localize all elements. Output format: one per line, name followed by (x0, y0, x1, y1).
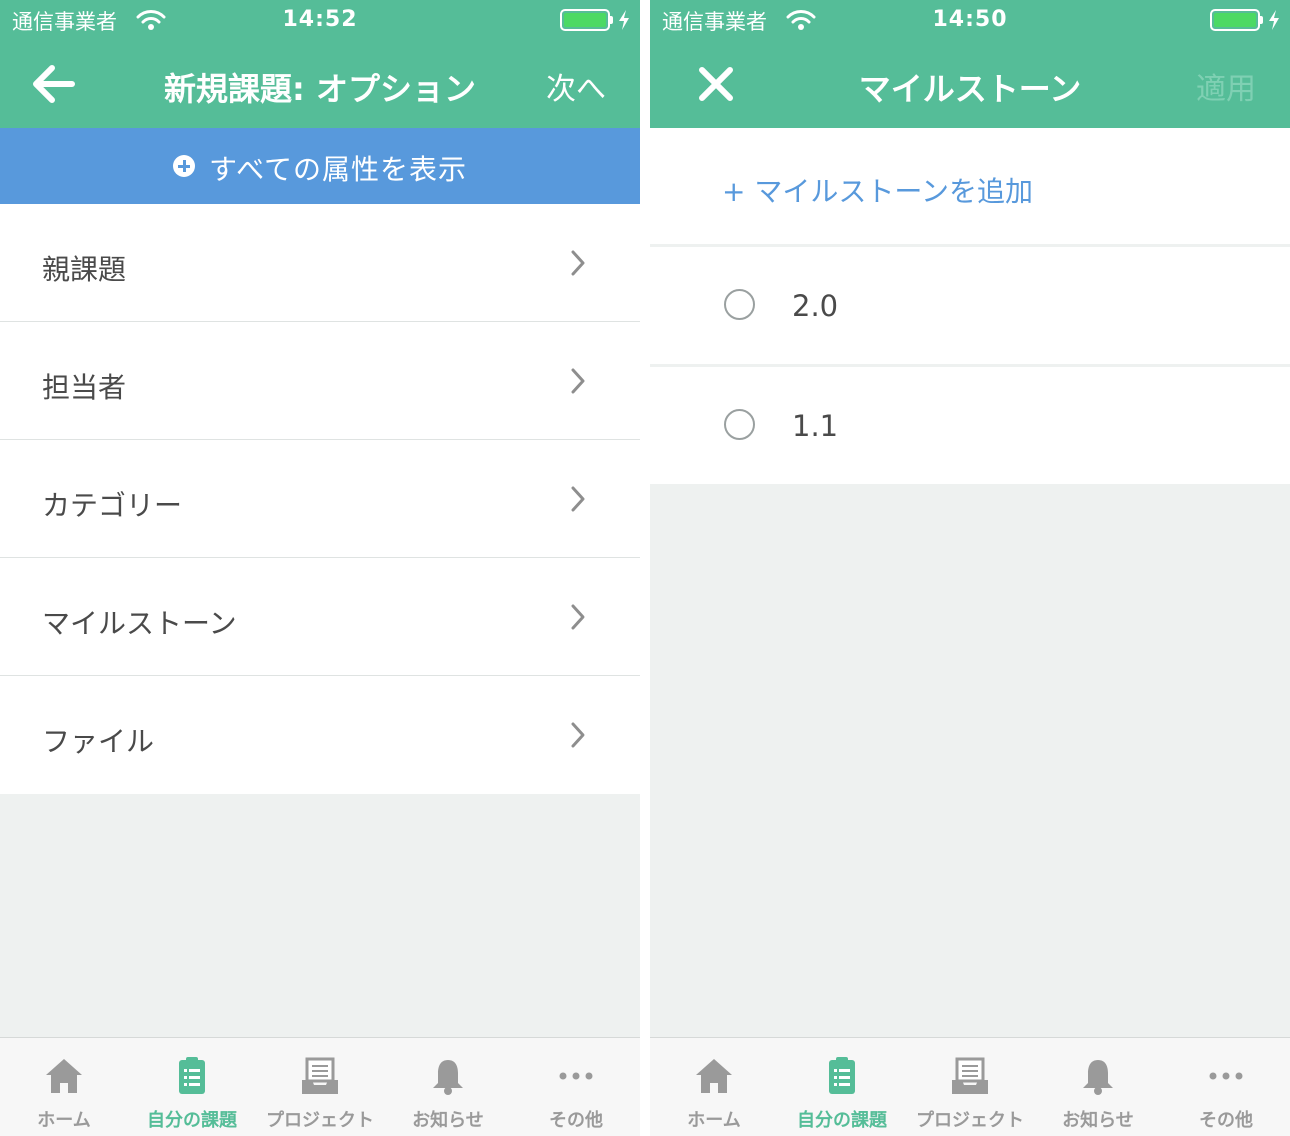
tab-more[interactable]: その他 (1162, 1038, 1290, 1136)
more-dots-icon (559, 1072, 593, 1080)
inbox-tray-icon (952, 1057, 988, 1094)
plus-circle-icon (173, 155, 196, 177)
add-milestone-label: + マイルストーンを追加 (722, 175, 1033, 208)
tab-my-issues[interactable]: 自分の課題 (128, 1038, 256, 1136)
milestone-select-screen: 通信事業者 14:50 マイルストーン 適用 + マイルストーンを追加 2.0 … (650, 0, 1290, 1136)
chevron-right-icon (571, 250, 585, 276)
tab-bar: ホーム 自分の課題 プロジェクト お知らせ その他 (0, 1037, 640, 1136)
tab-label: ホーム (37, 1110, 91, 1131)
clipboard-icon (179, 1057, 205, 1094)
more-dots-icon (1209, 1072, 1243, 1080)
tab-label: お知らせ (1062, 1110, 1134, 1131)
list-item-file[interactable]: ファイル (0, 676, 640, 794)
list-item-assignee[interactable]: 担当者 (0, 322, 640, 440)
tab-label: お知らせ (412, 1110, 484, 1131)
page-title: マイルストーン (858, 70, 1082, 108)
page-title: 新規課題: オプション (164, 70, 476, 108)
status-time: 14:52 (282, 7, 358, 32)
list-item-label: 親課題 (42, 253, 127, 286)
inbox-tray-icon (302, 1057, 338, 1094)
charging-bolt-icon (1269, 10, 1279, 30)
tab-label: プロジェクト (916, 1110, 1024, 1131)
tab-more[interactable]: その他 (512, 1038, 640, 1136)
tab-notifications[interactable]: お知らせ (1034, 1038, 1162, 1136)
bell-icon (433, 1060, 463, 1095)
show-all-attributes-label: すべての属性を表示 (209, 153, 467, 186)
tab-home[interactable]: ホーム (650, 1038, 778, 1136)
tab-label: ホーム (687, 1110, 741, 1131)
bell-icon (1083, 1060, 1113, 1095)
chevron-right-icon (571, 604, 585, 630)
list-item-category[interactable]: カテゴリー (0, 440, 640, 558)
list-item-label: 担当者 (42, 371, 127, 404)
navigation-bar: 新規課題: オプション 次へ (0, 40, 640, 128)
radio-button[interactable] (724, 289, 755, 320)
tab-my-issues[interactable]: 自分の課題 (778, 1038, 906, 1136)
chevron-right-icon (571, 368, 585, 394)
tab-label: その他 (549, 1110, 603, 1131)
list-item-label: ファイル (42, 725, 155, 758)
battery-tip (610, 16, 613, 24)
tab-home[interactable]: ホーム (0, 1038, 128, 1136)
status-time: 14:50 (932, 7, 1008, 32)
tab-label: 自分の課題 (797, 1110, 887, 1131)
home-icon (696, 1059, 732, 1093)
navigation-bar: マイルストーン 適用 (650, 40, 1290, 128)
tab-label: その他 (1199, 1110, 1253, 1131)
chevron-right-icon (571, 722, 585, 748)
list-item-parent-issue[interactable]: 親課題 (0, 204, 640, 322)
list-item-label: マイルストーン (42, 607, 237, 640)
tab-projects[interactable]: プロジェクト (906, 1038, 1034, 1136)
battery-icon (560, 9, 610, 31)
show-all-attributes-button[interactable]: すべての属性を表示 (0, 128, 640, 204)
tab-bar: ホーム 自分の課題 プロジェクト お知らせ その他 (650, 1037, 1290, 1136)
milestone-option[interactable]: 2.0 (650, 247, 1290, 364)
list-item-label: カテゴリー (42, 489, 183, 522)
apply-button[interactable]: 適用 (1196, 64, 1256, 108)
milestone-option[interactable]: 1.1 (650, 367, 1290, 484)
tab-notifications[interactable]: お知らせ (384, 1038, 512, 1136)
milestone-option-label: 1.1 (792, 409, 839, 443)
tab-label: 自分の課題 (147, 1110, 237, 1131)
battery-icon (1210, 9, 1260, 31)
status-bar: 通信事業者 14:52 (0, 0, 640, 40)
battery-tip (1260, 16, 1263, 24)
chevron-right-icon (571, 486, 585, 512)
radio-button[interactable] (724, 409, 755, 440)
status-bar: 通信事業者 14:50 (650, 0, 1290, 40)
next-button[interactable]: 次へ (546, 64, 606, 108)
tab-label: プロジェクト (266, 1110, 374, 1131)
home-icon (46, 1059, 82, 1093)
milestone-options-list: 2.0 1.1 (650, 247, 1290, 484)
new-issue-options-screen: 通信事業者 14:52 新規課題: オプション 次へ すべての属性を表示 親課題… (0, 0, 640, 1136)
tab-projects[interactable]: プロジェクト (256, 1038, 384, 1136)
add-milestone-button[interactable]: + マイルストーンを追加 (650, 128, 1290, 244)
clipboard-icon (829, 1057, 855, 1094)
charging-bolt-icon (619, 10, 629, 30)
milestone-option-label: 2.0 (792, 289, 839, 323)
options-list: 親課題 担当者 カテゴリー マイルストーン ファイル (0, 204, 640, 794)
list-item-milestone[interactable]: マイルストーン (0, 558, 640, 676)
